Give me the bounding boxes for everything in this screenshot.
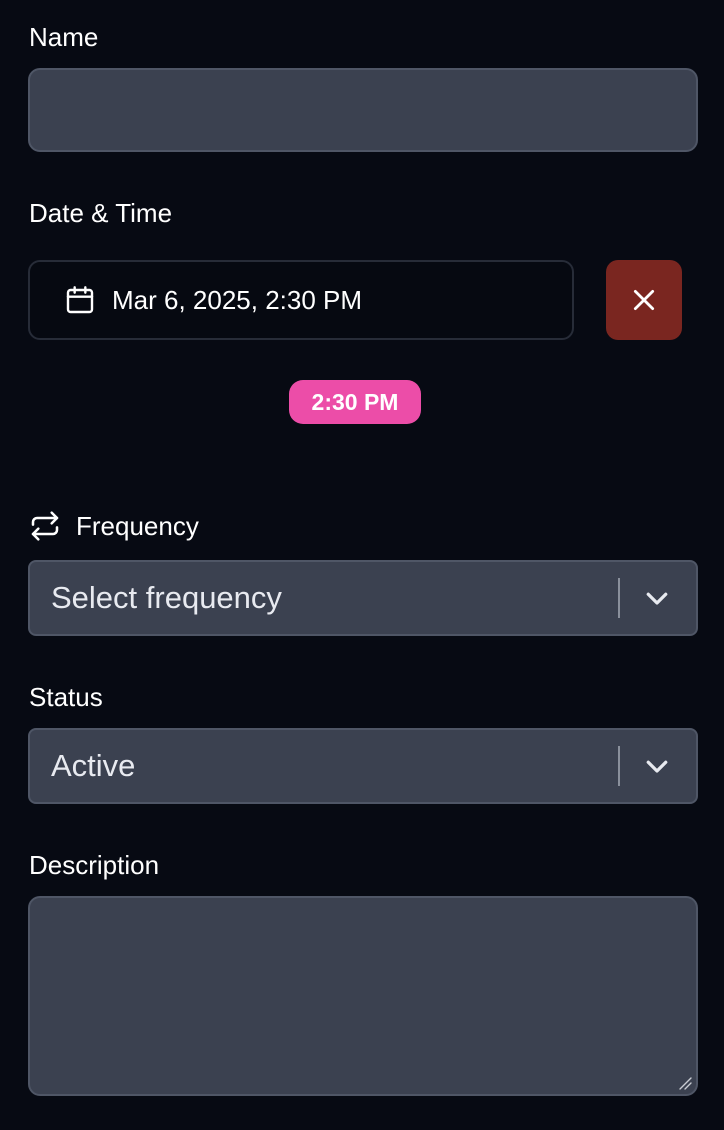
chevron-down-icon[interactable] bbox=[642, 583, 672, 613]
frequency-select[interactable]: Select frequency bbox=[28, 560, 698, 636]
close-icon bbox=[631, 287, 657, 313]
status-value: Active bbox=[51, 748, 136, 783]
description-textarea[interactable] bbox=[28, 896, 698, 1096]
datetime-field[interactable]: Mar 6, 2025, 2:30 PM bbox=[28, 260, 574, 340]
frequency-label-row: Frequency bbox=[29, 510, 199, 542]
chevron-down-icon[interactable] bbox=[642, 751, 672, 781]
select-separator bbox=[618, 578, 620, 618]
resize-handle-icon[interactable] bbox=[678, 1076, 692, 1090]
datetime-label: Date & Time bbox=[29, 198, 173, 228]
description-label: Description bbox=[29, 850, 160, 880]
repeat-icon bbox=[29, 510, 61, 542]
status-select[interactable]: Active bbox=[28, 728, 698, 804]
time-badge[interactable]: 2:30 PM bbox=[289, 380, 421, 424]
status-label: Status bbox=[29, 682, 103, 712]
clear-datetime-button[interactable] bbox=[606, 260, 682, 340]
select-separator bbox=[618, 746, 620, 786]
name-input[interactable] bbox=[28, 68, 698, 152]
datetime-value: Mar 6, 2025, 2:30 PM bbox=[112, 284, 363, 315]
calendar-icon bbox=[64, 284, 96, 316]
frequency-placeholder: Select frequency bbox=[51, 580, 282, 615]
schedule-form: Name Date & Time Mar 6, 2025, 2:30 PM 2:… bbox=[0, 0, 724, 1130]
frequency-label: Frequency bbox=[76, 510, 199, 541]
name-label: Name bbox=[29, 22, 99, 52]
